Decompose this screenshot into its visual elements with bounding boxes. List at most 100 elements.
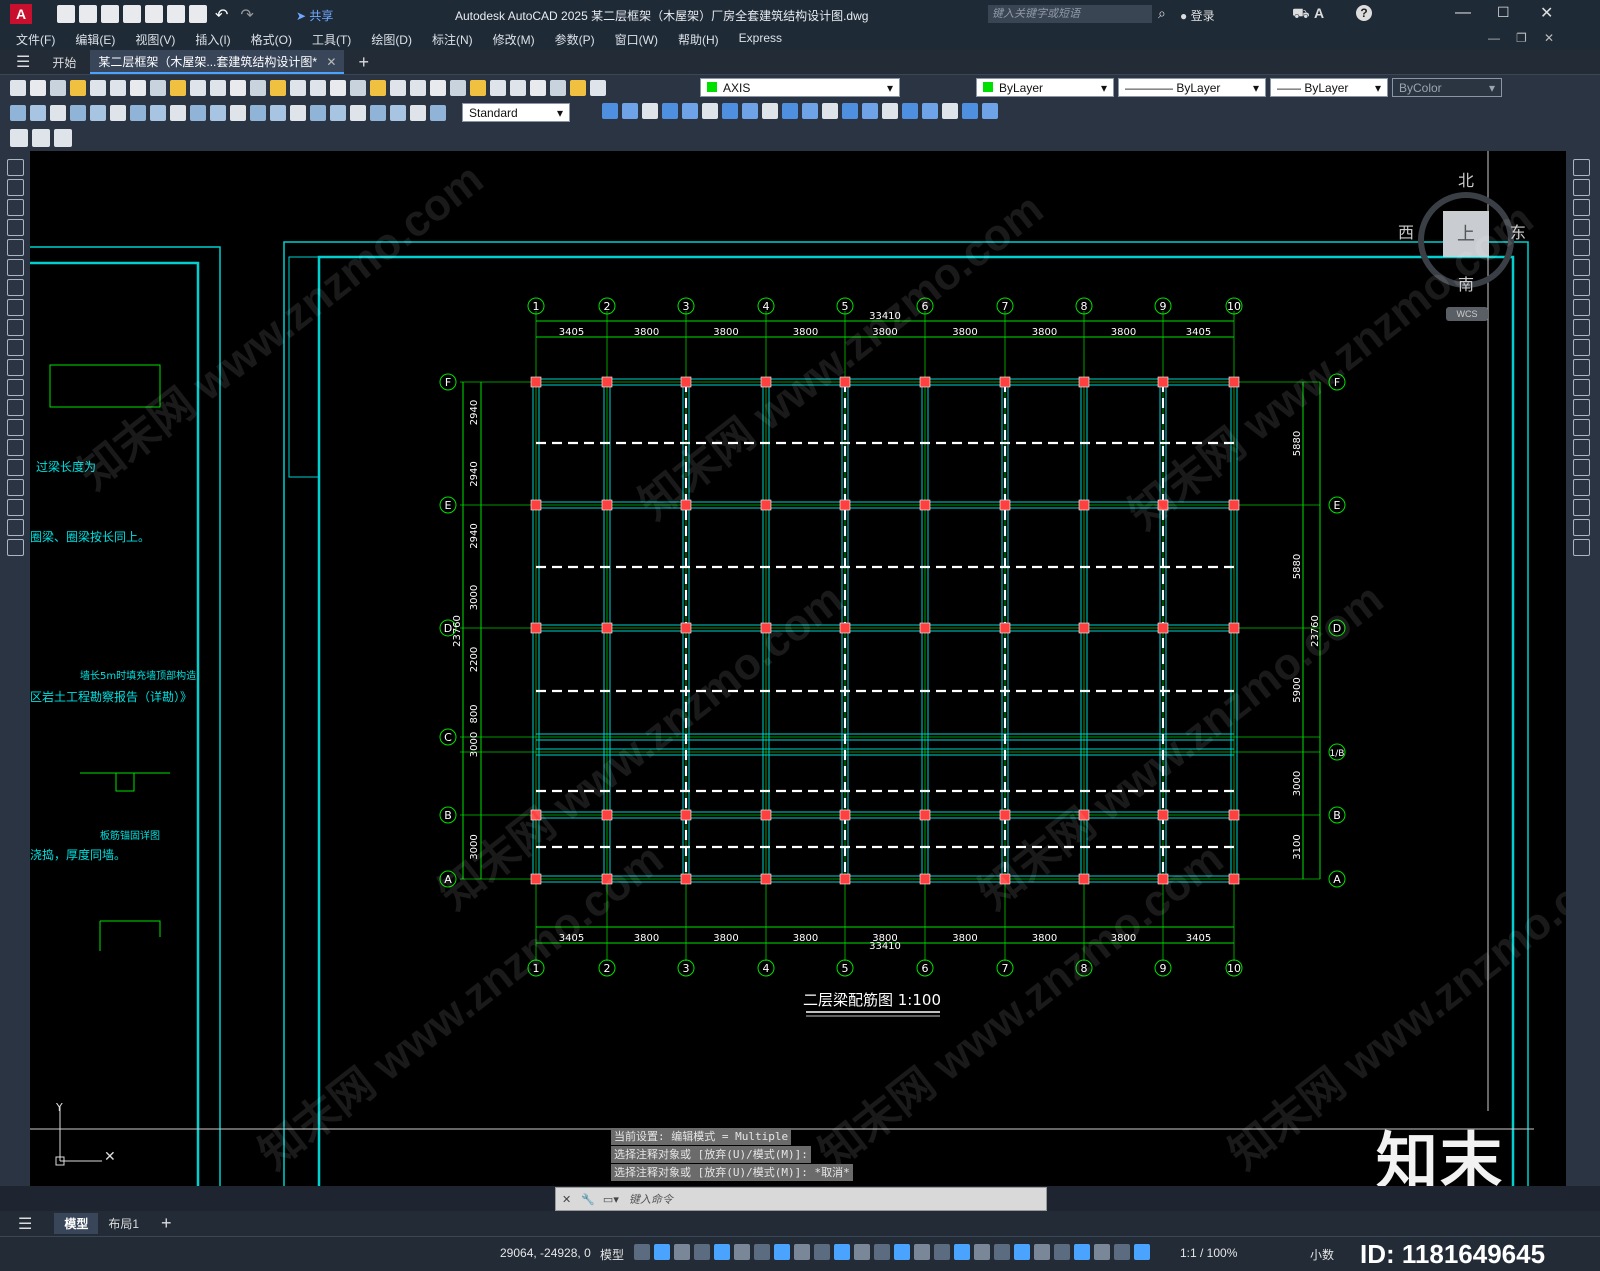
modify-tool-icon[interactable] (642, 103, 658, 119)
plot-icon[interactable] (167, 5, 185, 23)
draw-tool-icon[interactable] (7, 439, 24, 456)
standard-tool-icon[interactable] (150, 79, 166, 96)
status-tool-icon[interactable] (854, 1244, 870, 1260)
status-tool-icon[interactable] (794, 1244, 810, 1260)
standard-tool-icon[interactable] (530, 79, 546, 96)
modify-tool-icon[interactable] (782, 103, 798, 119)
modify-tool-icon[interactable] (682, 103, 698, 119)
color-dropdown[interactable]: ByLayer ▾ (976, 78, 1114, 97)
modify-tool-icon[interactable] (902, 103, 918, 119)
dimension-tool-icon[interactable] (430, 104, 446, 121)
standard-tool-icon[interactable] (550, 79, 566, 96)
save-as-icon[interactable] (123, 5, 141, 23)
modify-tool-icon[interactable] (622, 103, 638, 119)
status-tool-icon[interactable] (674, 1244, 690, 1260)
dimension-tool-icon[interactable] (10, 104, 26, 121)
wcs-menu[interactable]: WCS (1446, 307, 1488, 321)
draw-tool-icon[interactable] (7, 199, 24, 216)
draw-tool-icon[interactable] (7, 219, 24, 236)
standard-tool-icon[interactable] (370, 79, 386, 96)
status-tool-icon[interactable] (754, 1244, 770, 1260)
dimension-tool-icon[interactable] (30, 104, 46, 121)
draw-tool-icon[interactable] (7, 499, 24, 516)
modify-palette-tool-icon[interactable] (1573, 359, 1590, 376)
standard-tool-icon[interactable] (250, 79, 266, 96)
maximize-icon[interactable]: ☐ (1497, 4, 1510, 21)
command-input-bar[interactable]: ✕ 🔧 ▭▾ 键入命令 (555, 1187, 1047, 1211)
modify-tool-icon[interactable] (742, 103, 758, 119)
linetype-dropdown[interactable]: ———— ByLayer ▾ (1118, 78, 1266, 97)
modify-palette-tool-icon[interactable] (1573, 479, 1590, 496)
draw-tool-icon[interactable] (7, 419, 24, 436)
draw-tool-icon[interactable] (7, 479, 24, 496)
dimension-tool-icon[interactable] (270, 104, 286, 121)
modify-palette-tool-icon[interactable] (1573, 499, 1590, 516)
tab-start[interactable]: 开始 (52, 54, 76, 71)
modify-tool-icon[interactable] (942, 103, 958, 119)
modify-tool-icon[interactable] (762, 103, 778, 119)
draw-tool-icon[interactable] (7, 239, 24, 256)
modify-palette-tool-icon[interactable] (1573, 159, 1590, 176)
draw-tool-icon[interactable] (7, 359, 24, 376)
dimension-tool-icon[interactable] (130, 104, 146, 121)
status-tool-icon[interactable] (814, 1244, 830, 1260)
standard-tool-icon[interactable] (110, 79, 126, 96)
standard-tool-icon[interactable] (310, 79, 326, 96)
annotation-scale[interactable]: 1:1 / 100% (1180, 1246, 1237, 1260)
status-tool-icon[interactable] (634, 1244, 650, 1260)
draw-tool-icon[interactable] (7, 459, 24, 476)
standard-tool-icon[interactable] (350, 79, 366, 96)
dimension-tool-icon[interactable] (350, 104, 366, 121)
close-icon[interactable]: ✕ (1540, 3, 1553, 23)
menu-item-2[interactable]: 视图(V) (135, 31, 175, 48)
modify-tool-icon[interactable] (962, 103, 978, 119)
plotstyle-dropdown[interactable]: ByColor ▾ (1392, 78, 1502, 97)
modify-tool-icon[interactable] (662, 103, 678, 119)
menu-item-1[interactable]: 编辑(E) (75, 31, 115, 48)
dimension-tool-icon[interactable] (250, 104, 266, 121)
modify-tool-icon[interactable] (842, 103, 858, 119)
draw-tool-icon[interactable] (7, 179, 24, 196)
status-tool-icon[interactable] (654, 1244, 670, 1260)
new-tab-icon[interactable]: + (358, 52, 369, 73)
standard-tool-icon[interactable] (90, 79, 106, 96)
insert-block-icon[interactable] (32, 129, 50, 147)
draw-tool-icon[interactable] (7, 519, 24, 536)
modify-palette-tool-icon[interactable] (1573, 459, 1590, 476)
tab-document[interactable]: 某二层框架（木屋架...套建筑结构设计图* ✕ (90, 50, 345, 74)
add-layout-icon[interactable]: + (161, 1213, 172, 1234)
modify-palette-tool-icon[interactable] (1573, 399, 1590, 416)
layout-menu-icon[interactable]: ☰ (18, 1214, 32, 1234)
dimension-tool-icon[interactable] (210, 104, 226, 121)
status-tool-icon[interactable] (954, 1244, 970, 1260)
dimension-tool-icon[interactable] (390, 104, 406, 121)
menu-item-6[interactable]: 绘图(D) (371, 31, 412, 48)
attribute-icon[interactable] (54, 129, 72, 147)
lineweight-dropdown[interactable]: —— ByLayer ▾ (1270, 78, 1388, 97)
standard-tool-icon[interactable] (410, 79, 426, 96)
new-file-icon[interactable] (57, 5, 75, 23)
modify-tool-icon[interactable] (802, 103, 818, 119)
login-button[interactable]: ● 登录 (1180, 7, 1215, 24)
doc-minimize-icon[interactable]: — (1488, 31, 1500, 45)
viewcube-west[interactable]: 西 (1398, 219, 1414, 243)
menu-item-5[interactable]: 工具(T) (312, 31, 351, 48)
modify-tool-icon[interactable] (702, 103, 718, 119)
status-tool-icon[interactable] (734, 1244, 750, 1260)
draw-tool-icon[interactable] (7, 379, 24, 396)
dimension-tool-icon[interactable] (170, 104, 186, 121)
modify-tool-icon[interactable] (922, 103, 938, 119)
modify-palette-tool-icon[interactable] (1573, 219, 1590, 236)
standard-tool-icon[interactable] (230, 79, 246, 96)
coordinates-readout[interactable]: 29064, -24928, 0 (500, 1246, 591, 1260)
modify-tool-icon[interactable] (602, 103, 618, 119)
print-icon[interactable] (189, 5, 207, 23)
modify-palette-tool-icon[interactable] (1573, 319, 1590, 336)
modify-palette-tool-icon[interactable] (1573, 519, 1590, 536)
dimension-tool-icon[interactable] (290, 104, 306, 121)
dimension-tool-icon[interactable] (70, 104, 86, 121)
standard-tool-icon[interactable] (390, 79, 406, 96)
modify-tool-icon[interactable] (862, 103, 878, 119)
tab-layout1[interactable]: 布局1 (108, 1215, 139, 1232)
dimension-tool-icon[interactable] (330, 104, 346, 121)
